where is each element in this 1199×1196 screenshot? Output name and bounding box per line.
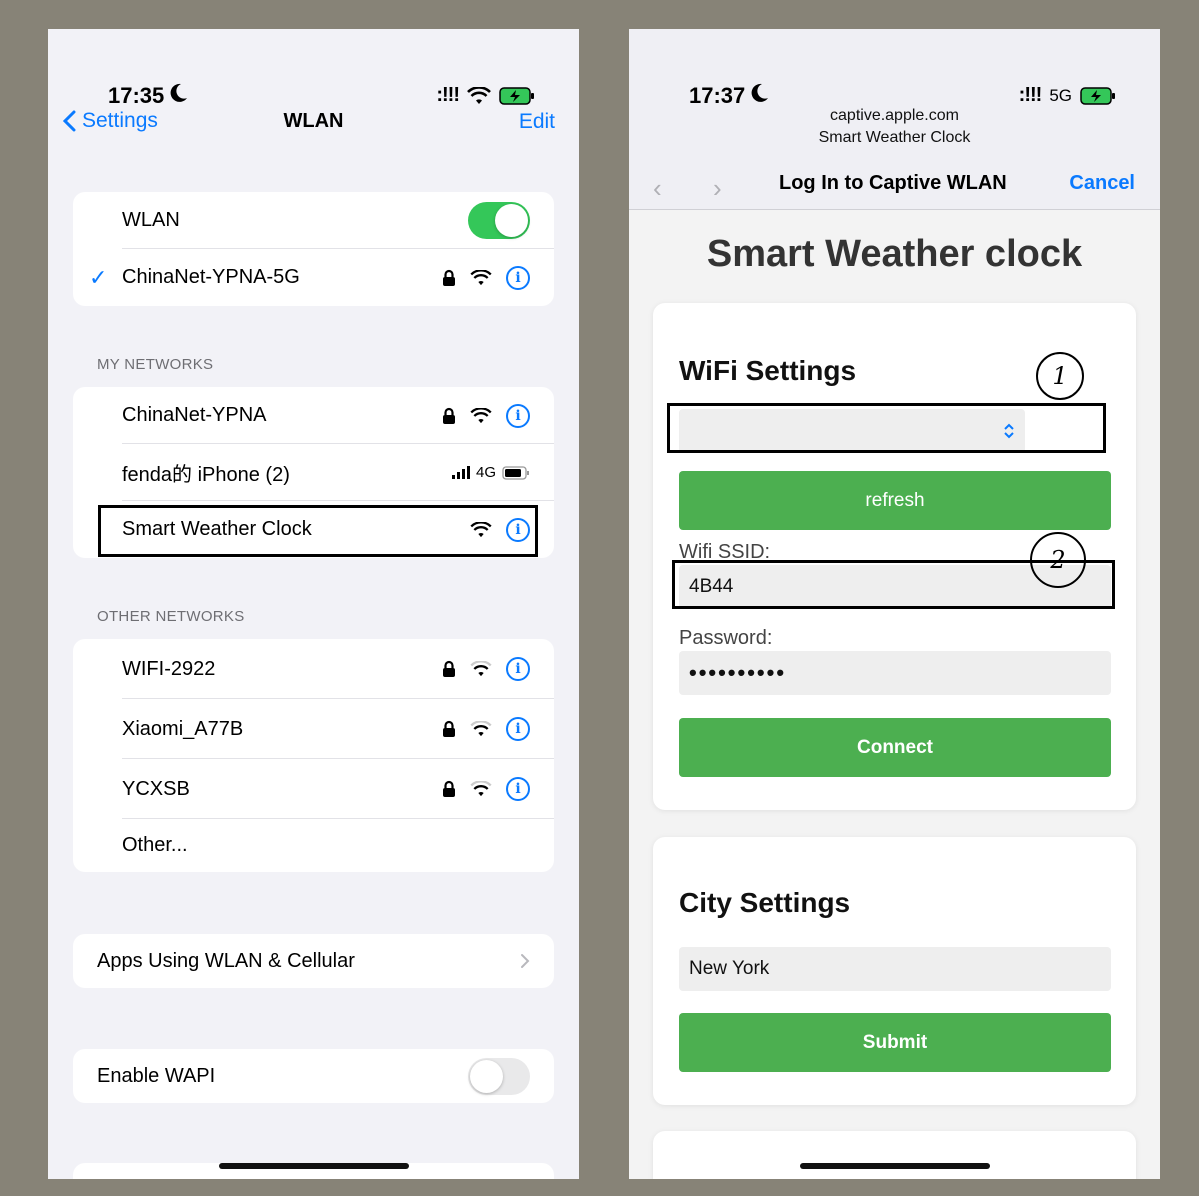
network-row[interactable]: Xiaomi_A77B i — [73, 699, 554, 759]
network-name: fenda的 iPhone (2) — [122, 464, 290, 486]
network-row[interactable]: YCXSB i — [73, 759, 554, 819]
wifi-weak-icon — [470, 721, 492, 737]
lock-icon — [443, 269, 455, 286]
network-name: ChinaNet-YPNA-5G — [122, 266, 300, 288]
wifi-settings-heading: WiFi Settings — [679, 355, 857, 386]
city-settings-card: City Settings New York Submit — [653, 837, 1136, 1105]
network-row[interactable]: ChinaNet-YPNA i — [73, 387, 554, 444]
connected-network-row[interactable]: ✓ ChinaNet-YPNA-5G i — [73, 249, 554, 306]
wapi-group: Enable WAPI — [73, 1049, 554, 1103]
other-network-row[interactable]: Other... — [73, 819, 554, 872]
lock-icon — [443, 780, 455, 797]
info-icon[interactable]: i — [506, 777, 530, 801]
wlan-settings-screen: 17:35 :!!! Settings WLAN Edit WLAN ✓ Chi… — [48, 29, 579, 1179]
wlan-toggle-label: WLAN — [122, 209, 180, 231]
toolbar-title: Log In to Captive WLAN — [779, 172, 1007, 194]
info-icon[interactable]: i — [506, 717, 530, 741]
wifi-icon — [467, 86, 491, 104]
annotation-highlight-box — [667, 403, 1106, 453]
info-icon[interactable]: i — [506, 657, 530, 681]
signal-icon: :!!! — [1018, 84, 1043, 106]
moon-icon — [170, 83, 187, 102]
network-name: ChinaNet-YPNA — [122, 404, 267, 426]
url: captive.apple.com — [830, 107, 959, 124]
network-name: Xiaomi_A77B — [122, 717, 244, 740]
home-indicator — [219, 1163, 409, 1169]
city-settings-heading: City Settings — [679, 887, 851, 918]
info-icon[interactable]: i — [506, 265, 530, 290]
wifi-icon — [470, 407, 492, 423]
annotation-number: 2 — [1030, 532, 1086, 588]
apps-using-wlan-group[interactable]: Apps Using WLAN & Cellular — [73, 934, 554, 988]
cancel-button[interactable]: Cancel — [1069, 172, 1135, 195]
moon-icon — [751, 83, 768, 102]
back-chevron-icon[interactable]: ‹ — [653, 173, 662, 204]
wapi-toggle[interactable] — [468, 1057, 530, 1095]
lock-icon — [443, 407, 455, 424]
lock-icon — [443, 720, 455, 737]
other-label: Other... — [122, 834, 188, 856]
network-name: WIFI-2922 — [122, 657, 216, 680]
wifi-icon — [470, 269, 492, 285]
network-type: 5G — [1049, 85, 1072, 105]
lock-icon — [443, 660, 455, 677]
password-label: Password: — [679, 627, 773, 649]
connect-button[interactable]: Connect — [679, 718, 1111, 777]
page-name: Smart Weather Clock — [818, 129, 971, 146]
url-header: captive.apple.com Smart Weather Clock — [629, 105, 1160, 149]
wlan-toggle[interactable] — [468, 202, 530, 239]
wlan-group: WLAN ✓ ChinaNet-YPNA-5G i — [73, 192, 554, 306]
apps-using-label: Apps Using WLAN & Cellular — [97, 949, 355, 972]
captive-toolbar: ‹ › Log In to Captive WLAN Cancel — [629, 167, 1160, 207]
battery-icon — [502, 465, 529, 480]
status-time: 17:35 — [108, 83, 165, 108]
info-icon[interactable]: i — [506, 403, 530, 428]
network-name: YCXSB — [122, 777, 190, 800]
refresh-button[interactable]: refresh — [679, 471, 1111, 530]
submit-button[interactable]: Submit — [679, 1013, 1111, 1072]
other-networks-group: WIFI-2922 i Xiaomi_A77B i YCXSB i Other.… — [73, 639, 554, 872]
hotspot-network-type: 4G — [475, 464, 496, 481]
password-input[interactable]: •••••••••• — [679, 651, 1111, 695]
city-input[interactable]: New York — [679, 947, 1111, 991]
network-row[interactable]: fenda的 iPhone (2) 4G — [73, 444, 554, 501]
annotation-highlight-box — [98, 505, 538, 557]
page-title: WLAN — [283, 110, 344, 132]
cellular-signal-icon — [451, 466, 470, 479]
battery-charging-icon — [1080, 86, 1115, 105]
edit-button[interactable]: Edit — [519, 110, 555, 134]
status-bar: 17:35 :!!! — [48, 73, 579, 113]
page-heading: Smart Weather clock — [706, 233, 1083, 275]
captive-portal-screen: 17:37 :!!! 5G captive.apple.com Smart We… — [629, 29, 1160, 1179]
forward-chevron-icon[interactable]: › — [713, 173, 722, 204]
signal-icon: :!!! — [436, 84, 460, 106]
next-card — [653, 1131, 1136, 1179]
wapi-label: Enable WAPI — [97, 1064, 216, 1087]
chevron-right-icon — [521, 954, 530, 968]
network-row[interactable]: WIFI-2922 i — [73, 639, 554, 699]
wlan-toggle-row: WLAN — [73, 192, 554, 249]
battery-charging-icon — [499, 86, 534, 105]
my-networks-header: MY NETWORKS — [97, 356, 214, 373]
checkmark-icon: ✓ — [89, 264, 108, 290]
wifi-weak-icon — [470, 781, 492, 797]
wifi-weak-icon — [470, 661, 492, 677]
home-indicator — [800, 1163, 990, 1169]
annotation-number: 1 — [1036, 352, 1084, 400]
other-networks-header: OTHER NETWORKS — [97, 608, 245, 625]
